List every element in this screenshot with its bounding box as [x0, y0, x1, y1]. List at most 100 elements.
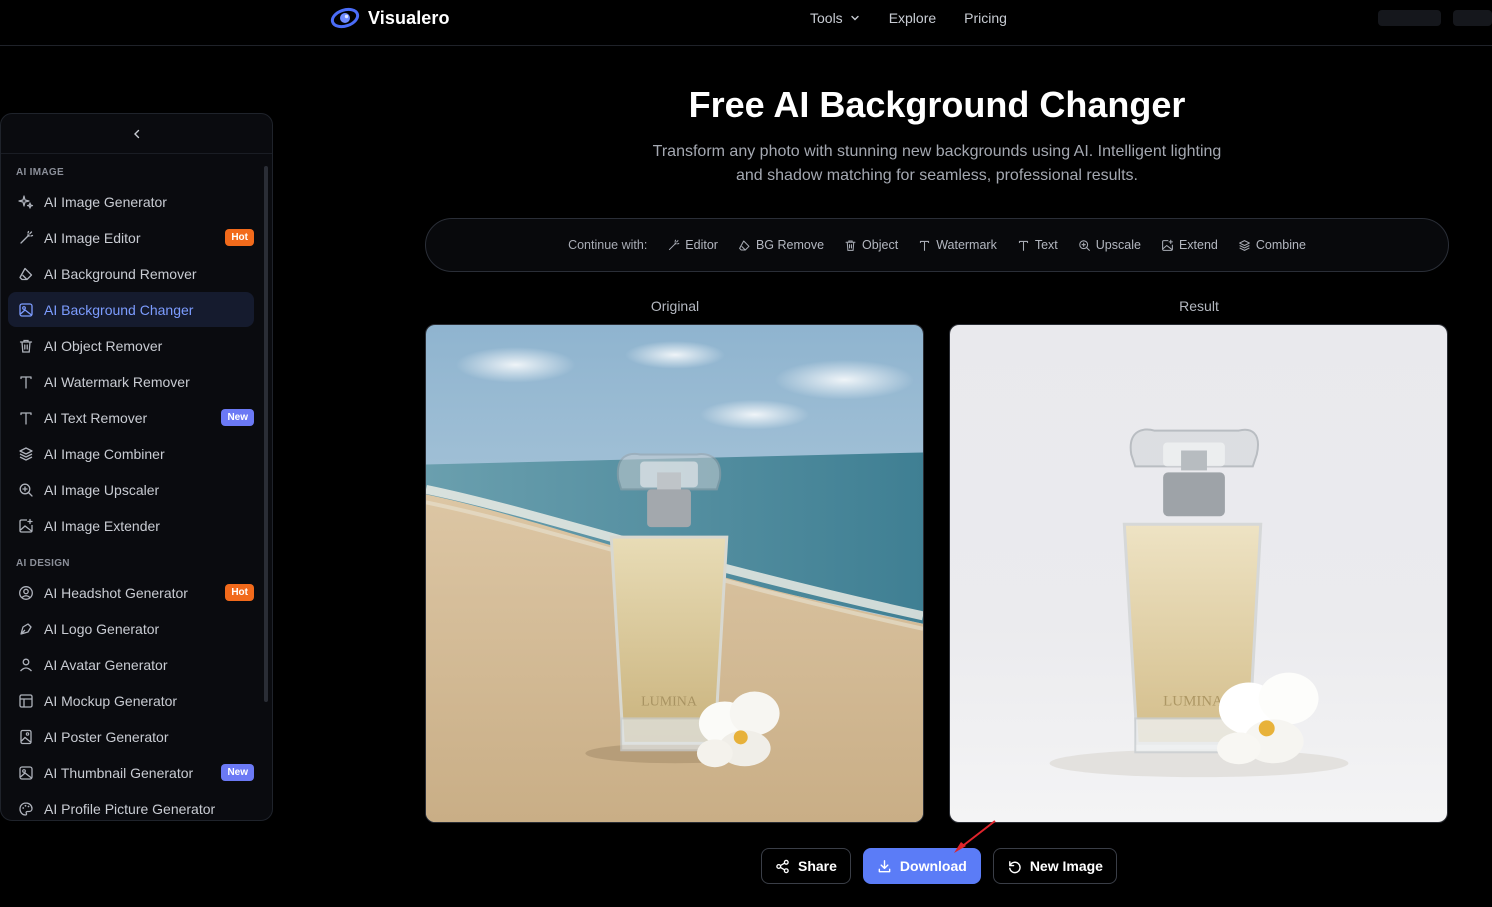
- continue-with-item-label: Object: [862, 238, 899, 252]
- result-actions: Share Download New Image: [761, 848, 1117, 884]
- original-label: Original: [650, 298, 700, 314]
- original-image: LUMINA: [425, 324, 924, 823]
- sidebar-item[interactable]: AI Text Remover New: [8, 400, 254, 435]
- sidebar-item-label: AI Image Upscaler: [44, 481, 160, 498]
- image-plus-icon: [18, 518, 34, 534]
- sidebar-item-label: AI Mockup Generator: [44, 692, 178, 709]
- sidebar-item-label: AI Background Remover: [44, 265, 197, 282]
- sidebar-item[interactable]: AI Watermark Remover: [8, 364, 254, 399]
- continue-with-item[interactable]: Text: [1017, 238, 1058, 252]
- sidebar-item-label: AI Image Extender: [44, 517, 160, 534]
- sidebar-item[interactable]: AI Avatar Generator: [8, 647, 254, 682]
- status-badge: New: [221, 764, 254, 781]
- continue-with-item-label: Editor: [685, 238, 718, 252]
- sidebar-item-label: AI Logo Generator: [44, 620, 160, 637]
- page-title-wrap: Free AI Background Changer: [0, 84, 1492, 126]
- nav-pricing-label: Pricing: [964, 10, 1007, 26]
- account-placeholder[interactable]: [1378, 10, 1441, 26]
- continue-with-item[interactable]: Combine: [1238, 238, 1306, 252]
- continue-with-item[interactable]: Extend: [1161, 238, 1218, 252]
- sidebar-item[interactable]: AI Image Editor Hot: [8, 220, 254, 255]
- sidebar-item-label: AI Profile Picture Generator: [44, 800, 216, 817]
- sidebar-scrollbar[interactable]: [264, 166, 268, 702]
- sidebar-item-label: AI Image Combiner: [44, 445, 165, 462]
- sidebar-section-label: AI DESIGN: [16, 558, 70, 569]
- sidebar-item[interactable]: AI Poster Generator: [8, 719, 254, 754]
- new-image-button[interactable]: New Image: [992, 848, 1117, 884]
- continue-with-item[interactable]: Upscale: [1078, 238, 1141, 252]
- sidebar-item[interactable]: AI Image Upscaler: [8, 472, 254, 507]
- sidebar-item[interactable]: AI Headshot Generator Hot: [8, 575, 254, 610]
- page-title: Free AI Background Changer: [688, 84, 1186, 125]
- continue-with-item-label: BG Remove: [755, 238, 825, 252]
- continue-with-item-label: Combine: [1255, 238, 1306, 252]
- sidebar-list: AI IMAGE AI Image Generator AI Image Edito…: [1, 154, 272, 820]
- bottle-label-result: LUMINA: [1163, 693, 1223, 709]
- trash-icon: [18, 338, 34, 354]
- continue-with-item-label: Text: [1034, 238, 1058, 252]
- main-nav: Tools Explore Pricing: [810, 10, 1007, 26]
- continue-with-item[interactable]: Object: [844, 238, 898, 252]
- status-badge: Hot: [225, 584, 254, 601]
- continue-with-item[interactable]: BG Remove: [738, 238, 824, 252]
- new-image-label: New Image: [1029, 858, 1103, 874]
- sidebar-item-label: AI Poster Generator: [44, 728, 169, 745]
- download-label: Download: [899, 858, 967, 874]
- sidebar-item[interactable]: AI Image Generator: [8, 184, 254, 219]
- continue-with-label: Continue with:: [568, 238, 648, 252]
- continue-with-item-label: Extend: [1178, 238, 1218, 252]
- chevron-down-icon: [850, 15, 859, 21]
- annotation-arrow: [954, 820, 996, 853]
- continue-with-item[interactable]: Watermark: [918, 238, 997, 252]
- sidebar-item[interactable]: AI Profile Picture Generator: [8, 791, 254, 820]
- layers-icon: [18, 446, 34, 462]
- sidebar-item[interactable]: AI Object Remover: [8, 328, 254, 363]
- magic-wand-icon: [18, 230, 34, 246]
- sidebar-item[interactable]: AI Image Combiner: [8, 436, 254, 471]
- pen-tool-icon: [18, 621, 34, 637]
- nav-explore[interactable]: Explore: [889, 10, 936, 26]
- sidebar-item[interactable]: AI Background Remover: [8, 256, 254, 291]
- text-t-icon: [18, 410, 34, 426]
- sidebar-item-label: AI Headshot Generator: [44, 584, 188, 601]
- status-badge: Hot: [225, 229, 254, 246]
- palette-icon: [18, 801, 34, 817]
- continue-with-item-label: Upscale: [1095, 238, 1141, 252]
- sidebar-item-label: AI Image Editor: [44, 229, 141, 246]
- bottle-label-original: LUMINA: [641, 694, 697, 709]
- eraser-icon: [738, 239, 751, 252]
- tools-sidebar: AI IMAGE AI Image Generator AI Image Edito…: [0, 113, 273, 821]
- nav-pricing[interactable]: Pricing: [964, 10, 1007, 26]
- rotate-ccw-icon: [1008, 860, 1021, 873]
- continue-with-bar: Continue with: Editor BG Remove Object Wate…: [425, 218, 1449, 272]
- signup-placeholder[interactable]: [1453, 10, 1492, 26]
- sidebar-item[interactable]: AI Logo Generator: [8, 611, 254, 646]
- sidebar-item[interactable]: AI Background Changer: [8, 292, 254, 327]
- share-button[interactable]: Share: [761, 848, 851, 884]
- download-icon: [878, 859, 891, 872]
- sidebar-item-label: AI Object Remover: [44, 337, 163, 354]
- brand[interactable]: Visualero: [330, 5, 450, 31]
- share-label: Share: [798, 858, 837, 874]
- trash-icon: [844, 239, 857, 252]
- page-subtitle: Transform any photo with stunning new ba…: [652, 143, 1222, 184]
- layers-icon: [1238, 239, 1251, 252]
- continue-with-item-label: Watermark: [936, 238, 997, 252]
- result-image: LUMINA: [949, 324, 1448, 823]
- layout-icon: [18, 693, 34, 709]
- sidebar-item[interactable]: AI Thumbnail Generator New: [8, 755, 254, 790]
- sidebar-item[interactable]: AI Mockup Generator: [8, 683, 254, 718]
- magic-wand-icon: [667, 239, 680, 252]
- sidebar-section-label: AI IMAGE: [16, 167, 64, 178]
- user-circle-icon: [18, 585, 34, 601]
- zoom-in-icon: [18, 482, 34, 498]
- continue-with-item[interactable]: Editor: [667, 238, 718, 252]
- eraser-icon: [18, 266, 34, 282]
- sidebar-item-label: AI Image Generator: [44, 193, 167, 210]
- sparkles-icon: [18, 194, 34, 210]
- sidebar-item[interactable]: AI Image Extender: [8, 508, 254, 543]
- nav-tools[interactable]: Tools: [810, 10, 861, 26]
- sidebar-item-label: AI Avatar Generator: [44, 656, 168, 673]
- image-icon: [18, 302, 34, 318]
- image-plus-icon: [1161, 239, 1174, 252]
